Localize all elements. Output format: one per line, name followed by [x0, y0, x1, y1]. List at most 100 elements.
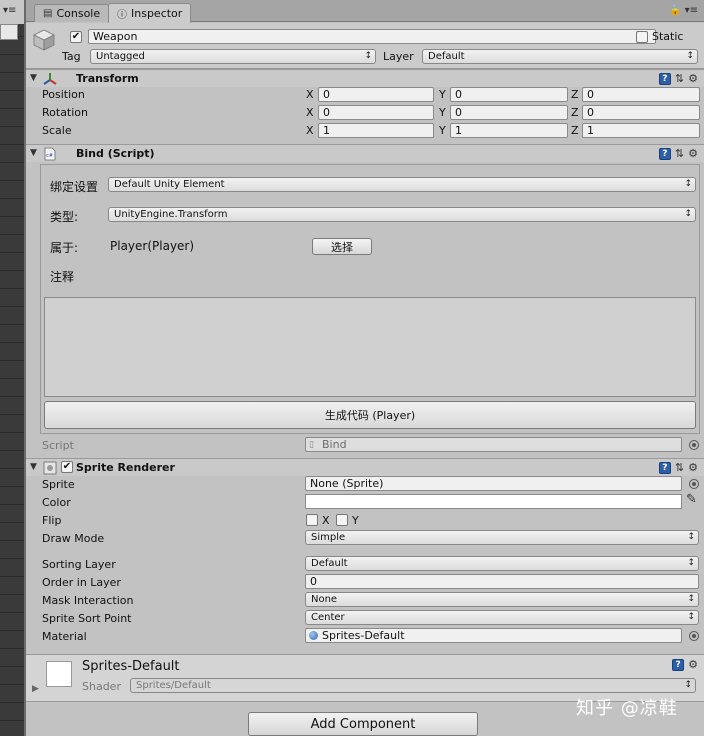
- tab-inspector[interactable]: ⓘ Inspector: [108, 3, 192, 23]
- help-icon[interactable]: ?: [672, 658, 685, 671]
- color-label: Color: [42, 496, 71, 509]
- bind-type-dropdown[interactable]: UnityEngine.Transform: [108, 207, 696, 222]
- bind-owner-label: 属于:: [50, 241, 79, 255]
- order-in-layer-field[interactable]: 0: [305, 574, 699, 589]
- gameobject-name-field[interactable]: Weapon: [88, 29, 656, 44]
- gear-icon[interactable]: ⚙: [688, 461, 698, 474]
- hierarchy-selected-item[interactable]: [0, 24, 18, 40]
- transform-icon: [43, 73, 57, 85]
- flip-y-label: Y: [352, 514, 359, 527]
- comment-textarea[interactable]: [44, 297, 696, 397]
- material-preview-thumbnail: [46, 661, 72, 687]
- order-in-layer-label: Order in Layer: [42, 576, 121, 589]
- rotation-x-label[interactable]: X: [306, 106, 314, 119]
- position-y-field[interactable]: 0: [450, 87, 568, 102]
- sprite-renderer-header[interactable]: ▼ ✔ Sprite Renderer ? ⇅ ⚙: [26, 458, 704, 476]
- flip-y-checkbox[interactable]: [336, 514, 348, 526]
- layer-dropdown[interactable]: Default: [422, 49, 698, 64]
- script-field[interactable]: ▯ Bind: [305, 437, 682, 452]
- position-z-field[interactable]: 0: [582, 87, 700, 102]
- transform-header[interactable]: ▼ Transform ? ⇅ ⚙: [26, 69, 704, 87]
- gear-icon[interactable]: ⚙: [688, 658, 698, 671]
- shader-label: Shader: [82, 680, 121, 693]
- bind-setting-dropdown[interactable]: Default Unity Element: [108, 177, 696, 192]
- rotation-x-field[interactable]: 0: [318, 105, 434, 120]
- rotation-z-field[interactable]: 0: [582, 105, 700, 120]
- foldout-arrow-icon[interactable]: ▼: [30, 73, 37, 83]
- rotation-y-field[interactable]: 0: [450, 105, 568, 120]
- color-swatch[interactable]: [305, 494, 682, 509]
- material-foldout-icon[interactable]: ▶: [32, 684, 39, 694]
- material-value: Sprites-Default: [322, 629, 405, 642]
- preset-icon[interactable]: ⇅: [675, 147, 684, 160]
- lock-menu-icon[interactable]: 🔒 ▾≡: [669, 5, 698, 16]
- layer-label: Layer: [383, 50, 414, 63]
- sprite-sort-point-dropdown[interactable]: Center: [305, 610, 699, 625]
- material-field[interactable]: Sprites-Default: [305, 628, 682, 643]
- position-y-label[interactable]: Y: [439, 88, 446, 101]
- material-label: Material: [42, 630, 87, 643]
- foldout-arrow-icon[interactable]: ▼: [30, 148, 37, 158]
- gameobject-cube-icon: [33, 29, 55, 51]
- preset-icon[interactable]: ⇅: [675, 461, 684, 474]
- scale-y-field[interactable]: 1: [450, 123, 568, 138]
- eyedropper-icon[interactable]: ✎: [686, 492, 697, 507]
- bind-script-header[interactable]: ▼ c# Bind (Script) ? ⇅ ⚙: [26, 144, 704, 162]
- bind-setting-label: 绑定设置: [50, 180, 99, 194]
- scale-label: Scale: [42, 124, 72, 137]
- script-file-icon: ▯: [309, 440, 314, 450]
- scale-x-field[interactable]: 1: [318, 123, 434, 138]
- object-picker-icon[interactable]: [689, 440, 699, 450]
- rotation-z-label[interactable]: Z: [571, 106, 579, 119]
- position-z-label[interactable]: Z: [571, 88, 579, 101]
- add-component-button[interactable]: Add Component: [248, 712, 478, 736]
- mask-interaction-label: Mask Interaction: [42, 594, 134, 607]
- hierarchy-panel-edge: [0, 0, 24, 736]
- gear-icon[interactable]: ⚙: [688, 72, 698, 85]
- info-icon: ⓘ: [117, 10, 127, 21]
- bind-type-label: 类型:: [50, 210, 79, 224]
- scale-y-label[interactable]: Y: [439, 124, 446, 137]
- scale-x-label[interactable]: X: [306, 124, 314, 137]
- watermark: 知乎 @凉鞋: [576, 698, 678, 719]
- panel-menu-icon[interactable]: ▾≡: [3, 5, 16, 16]
- script-value: Bind: [322, 438, 347, 451]
- scale-z-label[interactable]: Z: [571, 124, 579, 137]
- scale-z-field[interactable]: 1: [582, 123, 700, 138]
- sprite-renderer-title: Sprite Renderer: [76, 461, 175, 474]
- position-label: Position: [42, 88, 85, 101]
- static-checkbox[interactable]: [636, 31, 648, 43]
- position-x-label[interactable]: X: [306, 88, 314, 101]
- shader-dropdown[interactable]: Sprites/Default: [130, 678, 696, 693]
- preset-icon[interactable]: ⇅: [675, 72, 684, 85]
- console-icon: ▤: [43, 8, 53, 19]
- flip-x-label: X: [322, 514, 330, 527]
- flip-x-checkbox[interactable]: [306, 514, 318, 526]
- mask-interaction-dropdown[interactable]: None: [305, 592, 699, 607]
- gear-icon[interactable]: ⚙: [688, 147, 698, 160]
- bind-script-title: Bind (Script): [76, 147, 155, 160]
- active-checkbox[interactable]: ✔: [70, 31, 82, 43]
- transform-body: Position X 0 Y 0 Z 0 Rotation X 0 Y 0 Z …: [26, 87, 704, 141]
- tab-console-label: Console: [56, 7, 101, 20]
- select-button[interactable]: 选择: [312, 238, 372, 255]
- help-icon[interactable]: ?: [658, 72, 671, 85]
- sorting-layer-dropdown[interactable]: Default: [305, 556, 699, 571]
- sprite-field[interactable]: None (Sprite): [305, 476, 682, 491]
- script-icon: c#: [44, 147, 56, 161]
- comment-label: 注释: [50, 270, 75, 284]
- rotation-y-label[interactable]: Y: [439, 106, 446, 119]
- generate-code-button[interactable]: 生成代码 (Player): [44, 401, 696, 429]
- help-icon[interactable]: ?: [658, 461, 671, 474]
- object-picker-icon[interactable]: [689, 479, 699, 489]
- position-x-field[interactable]: 0: [318, 87, 434, 102]
- gameobject-header: ✔ Weapon Static Tag Untagged Layer Defau…: [26, 23, 704, 69]
- help-icon[interactable]: ?: [658, 147, 671, 160]
- draw-mode-dropdown[interactable]: Simple: [305, 530, 699, 545]
- tab-inspector-label: Inspector: [131, 7, 183, 20]
- sprite-renderer-enabled-checkbox[interactable]: ✔: [61, 461, 73, 473]
- object-picker-icon[interactable]: [689, 631, 699, 641]
- tab-console[interactable]: ▤ Console: [34, 4, 110, 22]
- foldout-arrow-icon[interactable]: ▼: [30, 462, 37, 472]
- tag-dropdown[interactable]: Untagged: [90, 49, 376, 64]
